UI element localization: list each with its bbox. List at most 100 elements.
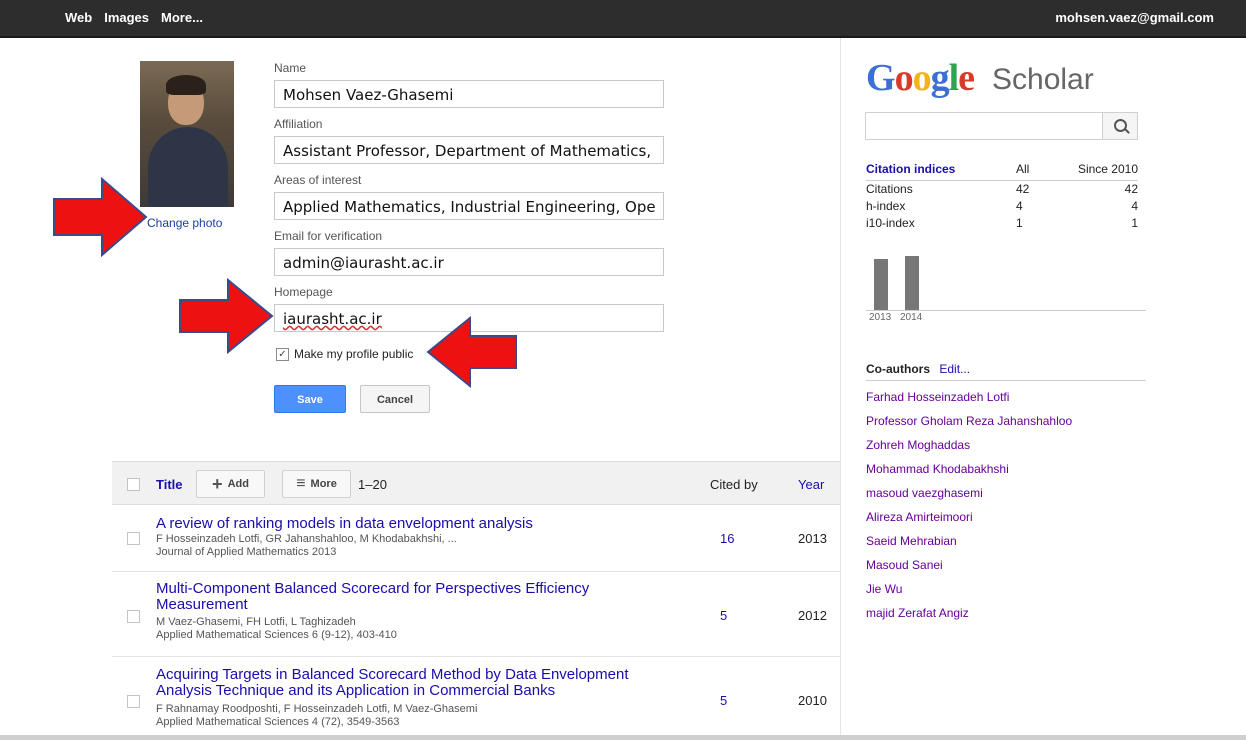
chart-baseline <box>866 310 1146 311</box>
more-label: More <box>310 478 337 490</box>
row-checkbox[interactable] <box>127 532 140 545</box>
public-profile-checkbox[interactable]: ✓ <box>276 347 289 361</box>
logo-letter: e <box>958 57 975 99</box>
metric-since: 1 <box>1131 216 1138 230</box>
add-button[interactable]: + Add <box>196 470 265 498</box>
publication-title[interactable]: Multi-Component Balanced Scorecard for P… <box>156 581 626 613</box>
citation-header-row: Citation indices All Since 2010 <box>866 162 1138 181</box>
publications-header: Title + Add ≡ More 1–20 Cited by Year <box>112 461 840 505</box>
citation-indices-table: Citation indices All Since 2010 Citation… <box>866 162 1138 232</box>
metric-label: i10-index <box>866 216 915 230</box>
publication-year: 2010 <box>798 693 827 708</box>
name-label: Name <box>274 61 307 75</box>
profile-photo <box>140 61 234 207</box>
chart-year-label: 2014 <box>900 312 923 323</box>
coauthor-link[interactable]: Professor Gholam Reza Jahanshahloo <box>866 413 1072 437</box>
cited-count[interactable]: 5 <box>720 608 727 623</box>
change-photo-link[interactable]: Change photo <box>147 216 222 230</box>
metric-all: 1 <box>1016 216 1023 230</box>
photo-hair <box>166 75 206 95</box>
cited-count[interactable]: 16 <box>720 531 734 546</box>
logo-letter: l <box>948 57 960 99</box>
col-all: All <box>1016 162 1030 176</box>
nav-images[interactable]: Images <box>104 10 149 25</box>
red-arrow-icon <box>426 316 517 388</box>
public-profile-label: Make my profile public <box>294 347 414 361</box>
row-checkbox[interactable] <box>127 610 140 623</box>
bottom-scrollbar[interactable] <box>0 735 1246 740</box>
panel-divider <box>840 38 841 735</box>
coauthors-list: Farhad Hosseinzadeh Lotfi Professor Ghol… <box>866 389 1072 629</box>
public-profile-option[interactable]: ✓ Make my profile public <box>276 347 413 361</box>
coauthor-link[interactable]: Masoud Sanei <box>866 557 1072 581</box>
logo-scholar-text: Scholar <box>992 63 1094 96</box>
select-all-checkbox[interactable] <box>127 478 140 491</box>
affiliation-field[interactable]: Assistant Professor, Department of Mathe… <box>274 136 664 164</box>
publication-title[interactable]: Acquiring Targets in Balanced Scorecard … <box>156 667 666 699</box>
coauthor-link[interactable]: Jie Wu <box>866 581 1072 605</box>
user-email[interactable]: mohsen.vaez@gmail.com <box>1055 10 1214 25</box>
coauthor-link[interactable]: Alireza Amirteimoori <box>866 509 1072 533</box>
coauthor-link[interactable]: Zohreh Moghaddas <box>866 437 1072 461</box>
google-scholar-logo[interactable]: Google <box>866 56 975 100</box>
coauthor-link[interactable]: masoud vaezghasemi <box>866 485 1072 509</box>
coauthor-link[interactable]: Saeid Mehrabian <box>866 533 1072 557</box>
publication-authors: F Hosseinzadeh Lotfi, GR Jahanshahloo, M… <box>156 533 457 545</box>
coauthor-link[interactable]: Farhad Hosseinzadeh Lotfi <box>866 389 1072 413</box>
chart-year-label: 2013 <box>869 312 892 323</box>
table-row: A review of ranking models in data envel… <box>112 505 840 572</box>
nav-more[interactable]: More... <box>161 10 203 25</box>
page-range: 1–20 <box>358 477 387 492</box>
logo-letter: o <box>894 57 914 99</box>
email-field[interactable]: admin@iaurasht.ac.ir <box>274 248 664 276</box>
sort-by-year[interactable]: Year <box>798 477 824 492</box>
table-row: Acquiring Targets in Balanced Scorecard … <box>112 657 840 735</box>
plus-icon: + <box>212 474 223 494</box>
metric-label: Citations <box>866 182 913 196</box>
logo-letter: G <box>866 57 896 99</box>
publication-year: 2013 <box>798 531 827 546</box>
email-label: Email for verification <box>274 229 383 243</box>
nav-web[interactable]: Web <box>65 10 92 25</box>
red-arrow-icon <box>53 177 148 257</box>
top-nav: Web Images More... <box>65 10 203 25</box>
logo-letter: g <box>930 57 950 99</box>
homepage-value: iaurasht.ac.ir <box>283 310 382 328</box>
citation-indices-link[interactable]: Citation indices <box>866 162 1006 180</box>
citation-row: Citations 42 42 <box>866 181 1138 198</box>
coauthors-title: Co-authors <box>866 362 930 376</box>
cancel-button[interactable]: Cancel <box>360 385 430 413</box>
metric-all: 4 <box>1016 199 1023 213</box>
coauthor-link[interactable]: majid Zerafat Angiz <box>866 605 1072 629</box>
publication-journal: Applied Mathematical Sciences 4 (72), 35… <box>156 716 400 728</box>
citation-row: i10-index 1 1 <box>866 215 1138 232</box>
search-button[interactable] <box>1102 112 1138 140</box>
coauthors-edit-link[interactable]: Edit... <box>939 362 970 376</box>
citation-bar-2013[interactable] <box>874 259 888 310</box>
menu-icon: ≡ <box>296 475 306 492</box>
publication-authors: F Rahnamay Roodposhti, F Hosseinzadeh Lo… <box>156 703 478 715</box>
scholar-search-input[interactable] <box>865 112 1103 140</box>
publication-journal: Journal of Applied Mathematics 2013 <box>156 546 337 558</box>
name-field[interactable]: Mohsen Vaez-Ghasemi <box>274 80 664 108</box>
interests-label: Areas of interest <box>274 173 362 187</box>
row-checkbox[interactable] <box>127 695 140 708</box>
more-button[interactable]: ≡ More <box>282 470 351 498</box>
publication-journal: Applied Mathematical Sciences 6 (9-12), … <box>156 629 397 641</box>
save-button[interactable]: Save <box>274 385 346 413</box>
top-bar: Web Images More... mohsen.vaez@gmail.com <box>0 0 1246 38</box>
coauthors-header: Co-authors Edit... <box>866 362 1146 381</box>
interests-field[interactable]: Applied Mathematics, Industrial Engineer… <box>274 192 664 220</box>
logo-letter: o <box>912 57 932 99</box>
citation-row: h-index 4 4 <box>866 198 1138 215</box>
publication-title[interactable]: A review of ranking models in data envel… <box>156 516 656 532</box>
sort-by-title[interactable]: Title <box>156 477 183 492</box>
metric-since: 4 <box>1131 199 1138 213</box>
citation-bar-2014[interactable] <box>905 256 919 310</box>
publication-year: 2012 <box>798 608 827 623</box>
coauthor-link[interactable]: Mohammad Khodabakhshi <box>866 461 1072 485</box>
table-row: Multi-Component Balanced Scorecard for P… <box>112 572 840 657</box>
metric-label: h-index <box>866 199 906 213</box>
search-icon-handle <box>1124 128 1130 134</box>
cited-count[interactable]: 5 <box>720 693 727 708</box>
